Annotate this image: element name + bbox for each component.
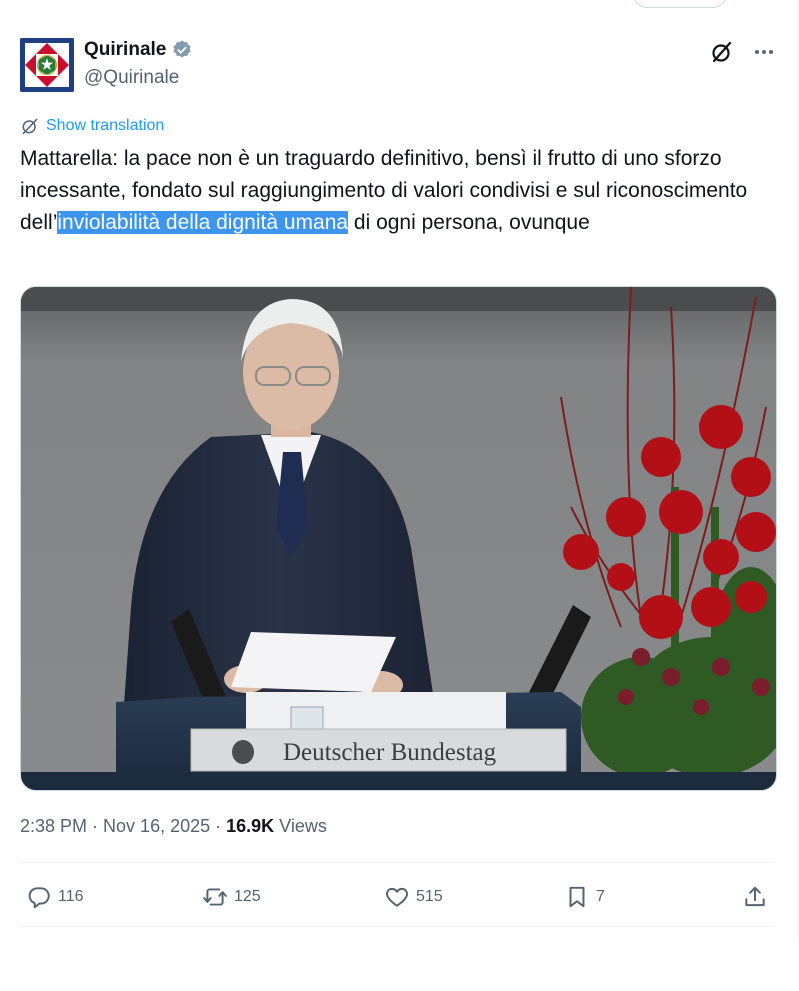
- meta-separator: ·: [92, 816, 99, 836]
- reply-button[interactable]: 116: [26, 884, 84, 910]
- tweet-date[interactable]: Nov 16, 2025: [103, 816, 210, 837]
- tweet-time[interactable]: 2:38 PM: [20, 816, 87, 837]
- divider-bottom: [20, 926, 775, 927]
- views-count: 16.9K: [226, 816, 275, 836]
- tweet-text-after: di ogni persona, ovunque: [348, 211, 590, 234]
- author-handle[interactable]: @Quirinale: [84, 67, 179, 89]
- tweet-text-highlight: inviolabilità della dignità umana: [57, 211, 349, 234]
- author-display-name[interactable]: Quirinale: [84, 39, 166, 61]
- quirinale-emblem-icon: [20, 38, 74, 92]
- share-button[interactable]: [742, 884, 768, 910]
- photo-illustration: Deutscher Bundestag: [21, 287, 776, 790]
- tweet: Quirinale @Quirinale Show translation Ma…: [20, 30, 777, 927]
- tweet-photo[interactable]: Deutscher Bundestag: [20, 286, 777, 791]
- podium-label: Deutscher Bundestag: [283, 739, 497, 766]
- divider-top: [20, 862, 775, 863]
- repost-button[interactable]: 125: [202, 884, 261, 910]
- author-name-row: Quirinale: [84, 39, 193, 61]
- show-translation-link[interactable]: Show translation: [20, 116, 164, 136]
- share-icon: [745, 886, 765, 907]
- tweet-actions: 116 125 515 7: [20, 878, 775, 916]
- tweet-header: Quirinale @Quirinale: [20, 30, 776, 100]
- repost-icon: [203, 888, 227, 906]
- like-button[interactable]: 515: [384, 884, 443, 910]
- eagle-icon: [232, 740, 254, 764]
- more-icon[interactable]: [752, 40, 776, 64]
- bookmark-icon: [569, 886, 585, 908]
- tweet-text: Mattarella: la pace non è un traguardo d…: [20, 143, 760, 239]
- like-count: 515: [416, 888, 443, 905]
- column-border: [797, 0, 798, 940]
- bookmark-button[interactable]: 7: [564, 884, 605, 910]
- grok-icon[interactable]: [710, 40, 734, 64]
- header-actions: [710, 40, 776, 64]
- heart-icon: [386, 887, 408, 907]
- tweet-meta: 2:38 PM · Nov 16, 2025 · 16.9K Views: [20, 816, 327, 837]
- bookmark-count: 7: [596, 888, 605, 905]
- meta-separator: ·: [215, 816, 222, 836]
- top-pill-button[interactable]: [632, 0, 728, 8]
- reply-icon: [28, 887, 50, 909]
- avatar[interactable]: [20, 38, 74, 92]
- reply-count: 116: [58, 888, 84, 905]
- show-translation-label: Show translation: [46, 117, 165, 134]
- verified-badge-icon: [171, 39, 193, 61]
- translate-icon: [22, 118, 38, 135]
- views-label: Views: [279, 816, 327, 836]
- repost-count: 125: [234, 888, 261, 905]
